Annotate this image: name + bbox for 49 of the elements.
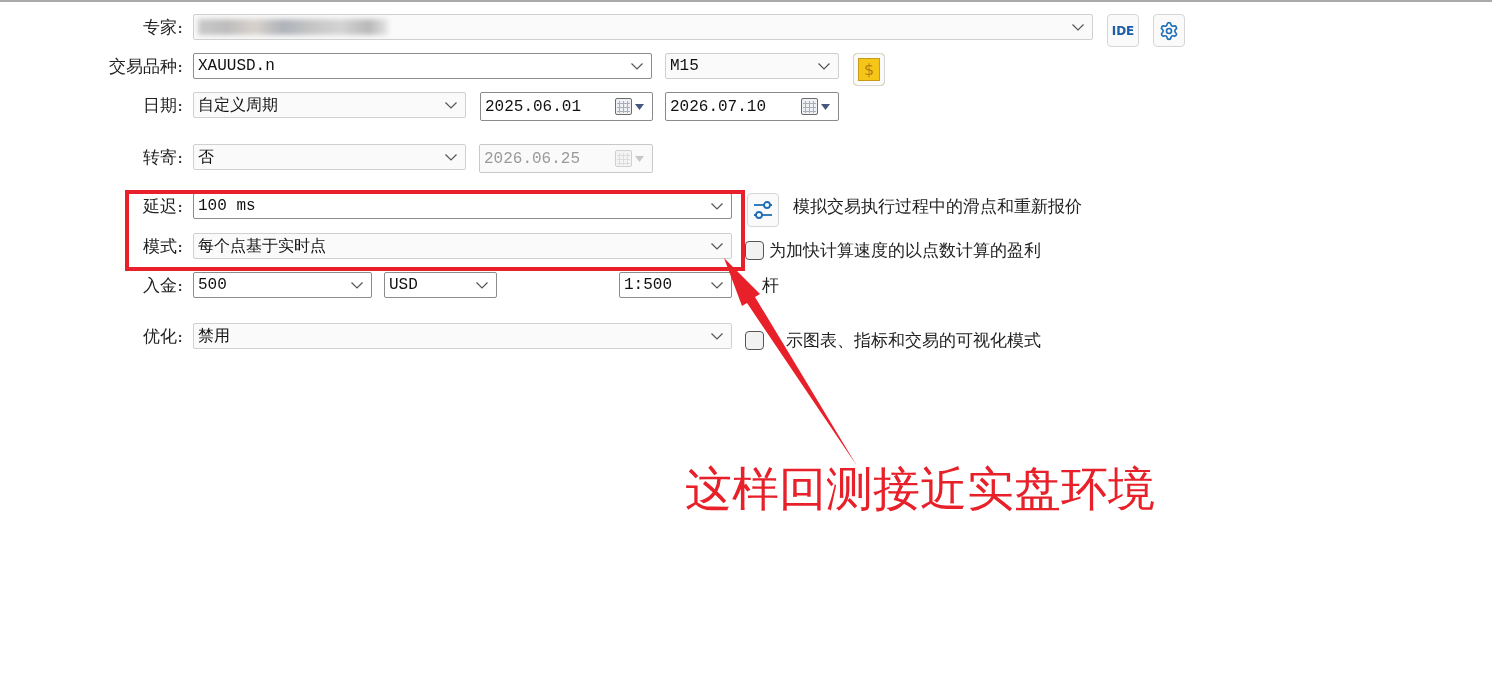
chevron-icon <box>476 281 488 289</box>
field-label: 模式: <box>143 235 183 258</box>
field-label: 日期: <box>143 94 183 117</box>
calendar-icon <box>615 97 633 116</box>
chevron-icon <box>818 62 830 70</box>
settings-icon <box>1159 20 1179 41</box>
caret-icon <box>635 155 644 162</box>
chevron-icon <box>445 153 457 161</box>
combo-box[interactable]: 500 <box>193 272 372 298</box>
checkbox[interactable] <box>745 240 764 260</box>
field-label: 专家: <box>143 16 183 39</box>
calendar-icon <box>615 149 633 168</box>
chevron-icon <box>631 62 643 70</box>
settings-button[interactable] <box>1153 14 1185 47</box>
checkbox[interactable] <box>745 330 764 350</box>
chevron-icon <box>445 101 457 109</box>
dropdown[interactable]: 禁用 <box>193 323 732 349</box>
hint-text: 模拟交易执行过程中的滑点和重新报价 <box>793 195 1082 218</box>
sliders-icon <box>753 200 773 220</box>
field-label: 交易品种: <box>109 55 183 78</box>
caret-icon <box>635 103 644 110</box>
chevron-icon <box>351 281 363 289</box>
checkbox-label[interactable]: 为加快计算速度的以点数计算的盈利 <box>769 237 1041 263</box>
combo-box[interactable]: 1:500 <box>619 272 732 298</box>
chevron-icon <box>711 332 723 340</box>
dropdown[interactable]: 自定义周期 <box>193 92 466 118</box>
combo-box[interactable]: USD <box>384 272 497 298</box>
field-label: 入金: <box>143 274 183 297</box>
dropdown[interactable]: 否 <box>193 144 466 170</box>
date-field[interactable]: 2025.06.01 <box>480 92 653 121</box>
ide-button[interactable]: IDE <box>1107 14 1139 47</box>
combo-box[interactable]: XAUUSD.n <box>193 53 652 79</box>
field-label: 优化: <box>143 325 183 348</box>
combo-box[interactable]: 100 ms <box>193 193 732 219</box>
dropdown[interactable]: 每个点基于实时点 <box>193 233 732 259</box>
dropdown[interactable]: M15 <box>665 53 839 79</box>
caret-icon <box>821 103 830 110</box>
field-label: 延迟: <box>143 195 183 218</box>
sliders-button[interactable] <box>747 193 779 227</box>
date-field[interactable]: 2026.07.10 <box>665 92 839 121</box>
annotation-text: 这样回测接近实盘环境 <box>685 461 1155 517</box>
field-label: 转寄: <box>143 146 183 169</box>
chevron-icon <box>1072 23 1084 31</box>
hint-text: 杆 <box>762 274 779 297</box>
checkbox-label[interactable]: 示图表、指标和交易的可视化模式 <box>786 327 1041 353</box>
calendar-icon <box>801 97 819 116</box>
chevron-icon <box>711 242 723 250</box>
chevron-icon <box>711 281 723 289</box>
chevron-icon <box>711 202 723 210</box>
